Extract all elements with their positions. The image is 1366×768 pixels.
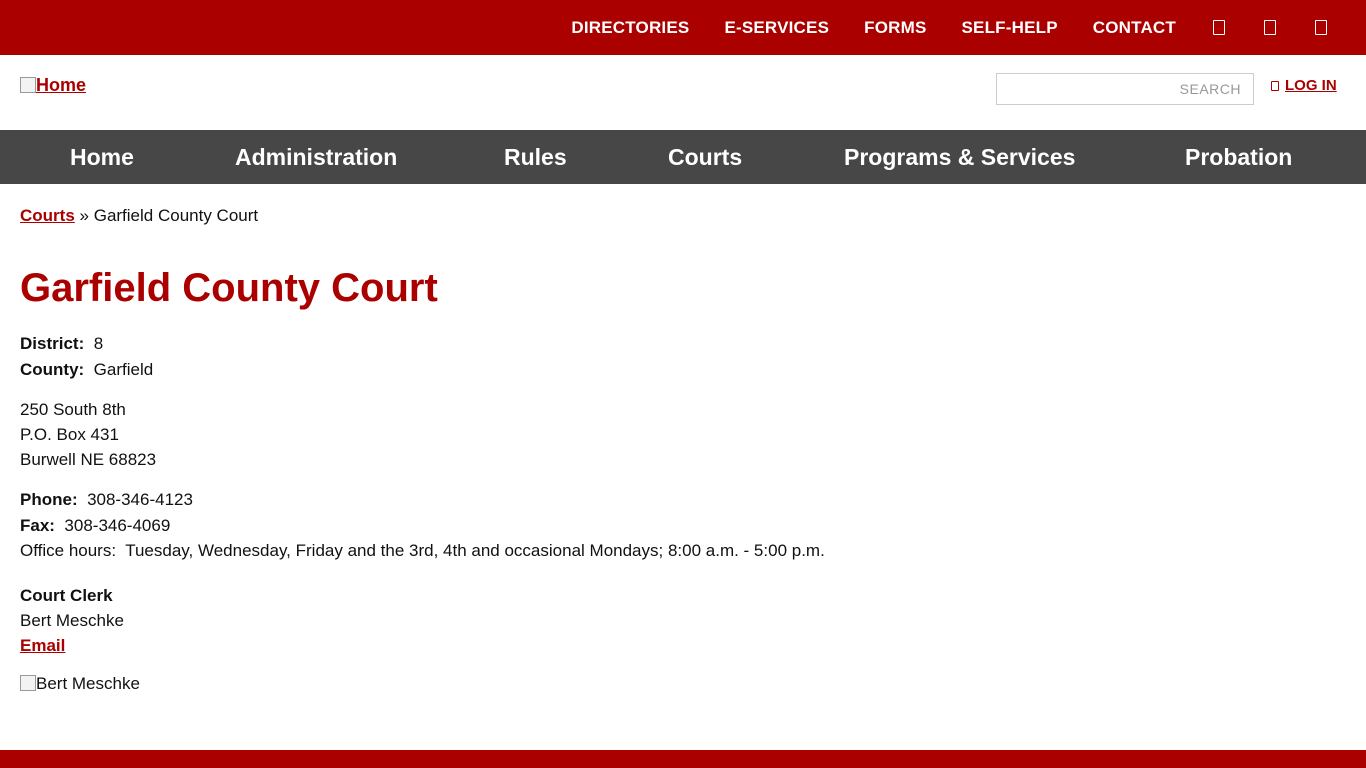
breadcrumb-current: Garfield County Court — [93, 206, 259, 225]
lock-icon — [1271, 80, 1279, 91]
logo-alt-text: Home — [36, 75, 87, 95]
utility-bar: DIRECTORIES E-SERVICES FORMS SELF-HELP C… — [0, 0, 1366, 55]
footer-bar — [0, 750, 1366, 768]
hours-row: Office hours: Tuesday, Wednesday, Friday… — [20, 541, 825, 561]
self-help-link[interactable]: SELF-HELP — [962, 18, 1058, 38]
email-link[interactable]: Email — [20, 636, 65, 655]
phone-value: 308-346-4123 — [87, 490, 193, 509]
clerk-title: Court Clerk — [20, 586, 113, 606]
search-input[interactable] — [997, 74, 1253, 104]
broken-image-icon — [20, 675, 36, 691]
clerk-photo: Bert Meschke — [20, 674, 140, 694]
main-nav: Home Administration Rules Courts Program… — [0, 130, 1366, 184]
e-services-link[interactable]: E-SERVICES — [724, 18, 829, 38]
address-line-2: P.O. Box 431 — [20, 425, 119, 444]
broken-image-icon — [20, 76, 36, 93]
clerk-name: Bert Meschke — [20, 611, 124, 630]
twitter-icon[interactable] — [1262, 19, 1278, 37]
page-title: Garfield County Court — [20, 266, 438, 310]
contact-link[interactable]: CONTACT — [1093, 18, 1176, 38]
fax-label: Fax: — [20, 516, 55, 535]
breadcrumb: Courts » Garfield County Court — [20, 206, 258, 226]
county-label: County: — [20, 360, 85, 379]
fax-row: Fax: 308-346-4069 — [20, 516, 170, 536]
youtube-icon[interactable] — [1313, 19, 1329, 37]
directories-link[interactable]: DIRECTORIES — [571, 18, 689, 38]
login-label: LOG IN — [1285, 77, 1337, 94]
breadcrumb-separator: » — [79, 206, 89, 225]
address-line-1: 250 South 8th — [20, 400, 126, 419]
home-logo-link[interactable]: Home — [20, 75, 86, 96]
county-value: Garfield — [93, 360, 154, 379]
nav-probation[interactable]: Probation — [1185, 130, 1292, 184]
nav-home[interactable]: Home — [70, 130, 134, 184]
hours-label: Office hours: — [20, 541, 117, 560]
site-header: Home LOG IN — [0, 55, 1366, 130]
phone-label: Phone: — [20, 490, 78, 509]
phone-row: Phone: 308-346-4123 — [20, 490, 193, 510]
district-row: District: 8 — [20, 334, 103, 354]
facebook-icon[interactable] — [1211, 19, 1227, 37]
breadcrumb-courts-link[interactable]: Courts — [20, 206, 75, 225]
fax-value: 308-346-4069 — [64, 516, 171, 535]
nav-courts[interactable]: Courts — [668, 130, 742, 184]
utility-links: DIRECTORIES E-SERVICES FORMS SELF-HELP C… — [571, 0, 1366, 55]
nav-rules[interactable]: Rules — [504, 130, 567, 184]
email-row: Email — [20, 636, 65, 656]
nav-administration[interactable]: Administration — [235, 130, 397, 184]
nav-programs-services[interactable]: Programs & Services — [844, 130, 1075, 184]
clerk-photo-alt: Bert Meschke — [36, 674, 140, 693]
search-box — [996, 73, 1254, 105]
clerk-title-text: Court Clerk — [20, 586, 113, 605]
login-link[interactable]: LOG IN — [1271, 77, 1337, 94]
forms-link[interactable]: FORMS — [864, 18, 926, 38]
hours-value: Tuesday, Wednesday, Friday and the 3rd, … — [125, 541, 825, 560]
district-value: 8 — [93, 334, 104, 353]
address-line-3: Burwell NE 68823 — [20, 450, 157, 469]
county-row: County: Garfield — [20, 360, 153, 380]
district-label: District: — [20, 334, 85, 353]
